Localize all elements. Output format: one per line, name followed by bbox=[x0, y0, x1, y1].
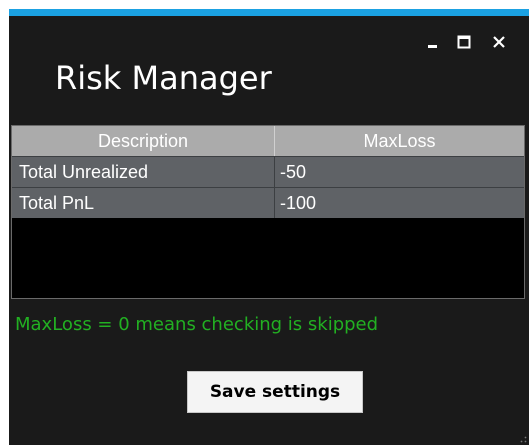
grid-header: Description MaxLoss bbox=[12, 126, 524, 156]
table-row[interactable]: Total PnL -100 bbox=[12, 187, 524, 218]
close-icon bbox=[493, 36, 505, 48]
risk-settings-grid: Description MaxLoss Total Unrealized -50… bbox=[11, 125, 525, 299]
maxloss-info-text: MaxLoss = 0 means checking is skipped bbox=[15, 314, 379, 335]
minimize-button[interactable] bbox=[422, 31, 444, 53]
window-title: Risk Manager bbox=[55, 59, 272, 97]
risk-manager-window: Risk Manager Description MaxLoss Total U… bbox=[9, 9, 529, 445]
resize-grip-icon[interactable] bbox=[519, 435, 527, 443]
close-button[interactable] bbox=[488, 31, 510, 53]
column-header-description[interactable]: Description bbox=[12, 126, 275, 156]
row-maxloss-cell[interactable]: -100 bbox=[275, 188, 524, 218]
table-row[interactable]: Total Unrealized -50 bbox=[12, 156, 524, 187]
row-description-cell: Total Unrealized bbox=[12, 157, 275, 187]
row-description-cell: Total PnL bbox=[12, 188, 275, 218]
row-maxloss-cell[interactable]: -50 bbox=[275, 157, 524, 187]
maximize-icon bbox=[457, 35, 471, 49]
column-header-maxloss[interactable]: MaxLoss bbox=[275, 126, 524, 156]
maximize-button[interactable] bbox=[453, 31, 475, 53]
save-settings-button[interactable]: Save settings bbox=[187, 371, 363, 413]
window-accent-bar bbox=[9, 9, 529, 16]
minimize-icon bbox=[428, 45, 437, 48]
